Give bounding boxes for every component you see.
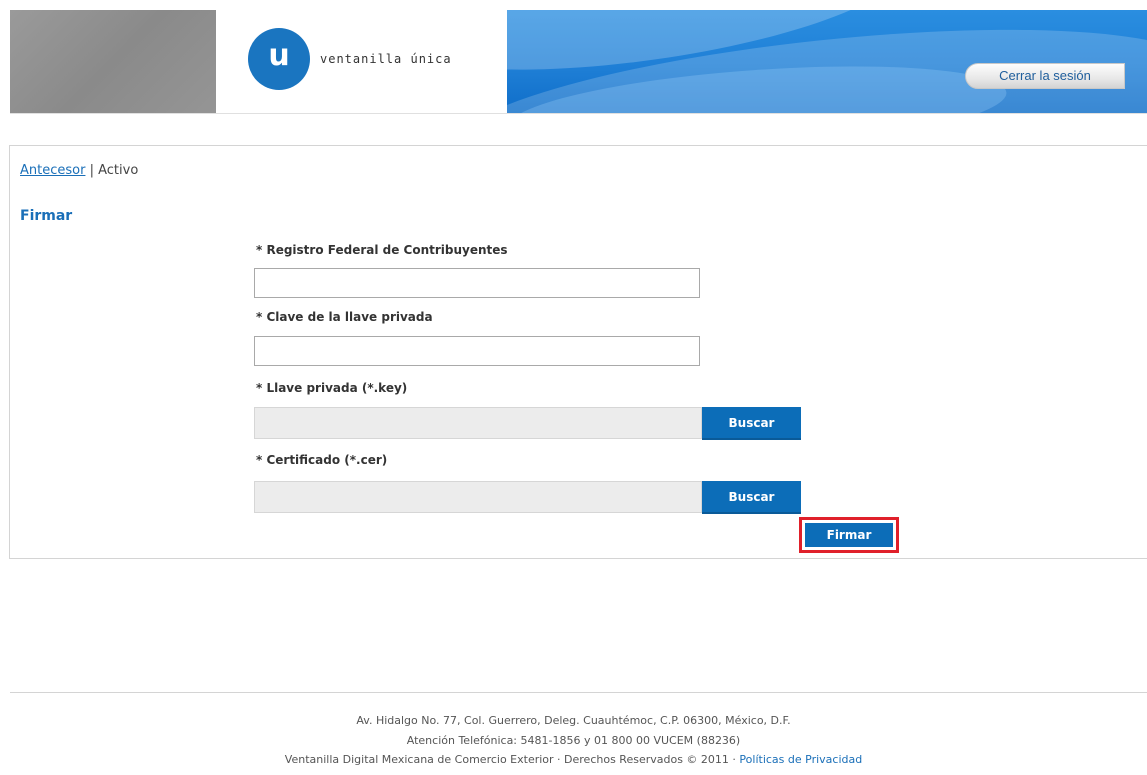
sign-button[interactable]: Firmar — [805, 523, 893, 547]
sign-button-highlight: Firmar — [799, 517, 899, 553]
logo-text: ventanilla única — [320, 52, 452, 66]
logo-icon: u — [248, 28, 310, 90]
private-key-file-field[interactable] — [254, 407, 702, 439]
certificate-file-label: * Certificado (*.cer) — [256, 453, 388, 467]
private-key-password-input[interactable] — [254, 336, 700, 366]
breadcrumb-previous-link[interactable]: Antecesor — [20, 163, 85, 178]
logo-area: u ventanilla única — [216, 10, 507, 113]
private-key-file-label: * Llave privada (*.key) — [256, 381, 408, 395]
privacy-policy-link[interactable]: Políticas de Privacidad — [739, 753, 862, 766]
site-header: u ventanilla única Cerrar la sesión — [10, 10, 1147, 113]
rfc-label: * Registro Federal de Contribuyentes — [256, 243, 508, 257]
breadcrumb: Antecesor | Activo — [20, 163, 138, 178]
certificate-browse-button[interactable]: Buscar — [702, 481, 801, 514]
header-divider — [10, 113, 1147, 114]
footer-rights: Ventanilla Digital Mexicana de Comercio … — [0, 753, 1147, 766]
footer-rights-text: Ventanilla Digital Mexicana de Comercio … — [284, 753, 740, 766]
footer-phone: Atención Telefónica: 5481-1856 y 01 800 … — [406, 734, 741, 747]
header-gray-block — [10, 10, 216, 113]
footer-divider — [10, 692, 1147, 693]
content-panel: Antecesor | Activo Firmar * Registro Fed… — [9, 145, 1147, 559]
header-banner — [507, 10, 1147, 113]
breadcrumb-separator: | — [85, 163, 99, 178]
footer-address: Av. Hidalgo No. 77, Col. Guerrero, Deleg… — [356, 714, 791, 727]
private-key-password-label: * Clave de la llave privada — [256, 310, 433, 324]
private-key-browse-button[interactable]: Buscar — [702, 407, 801, 440]
page-title: Firmar — [20, 208, 73, 224]
breadcrumb-current: Activo — [98, 163, 139, 178]
rfc-input[interactable] — [254, 268, 700, 298]
logout-button[interactable]: Cerrar la sesión — [965, 63, 1125, 89]
certificate-file-field[interactable] — [254, 481, 702, 513]
